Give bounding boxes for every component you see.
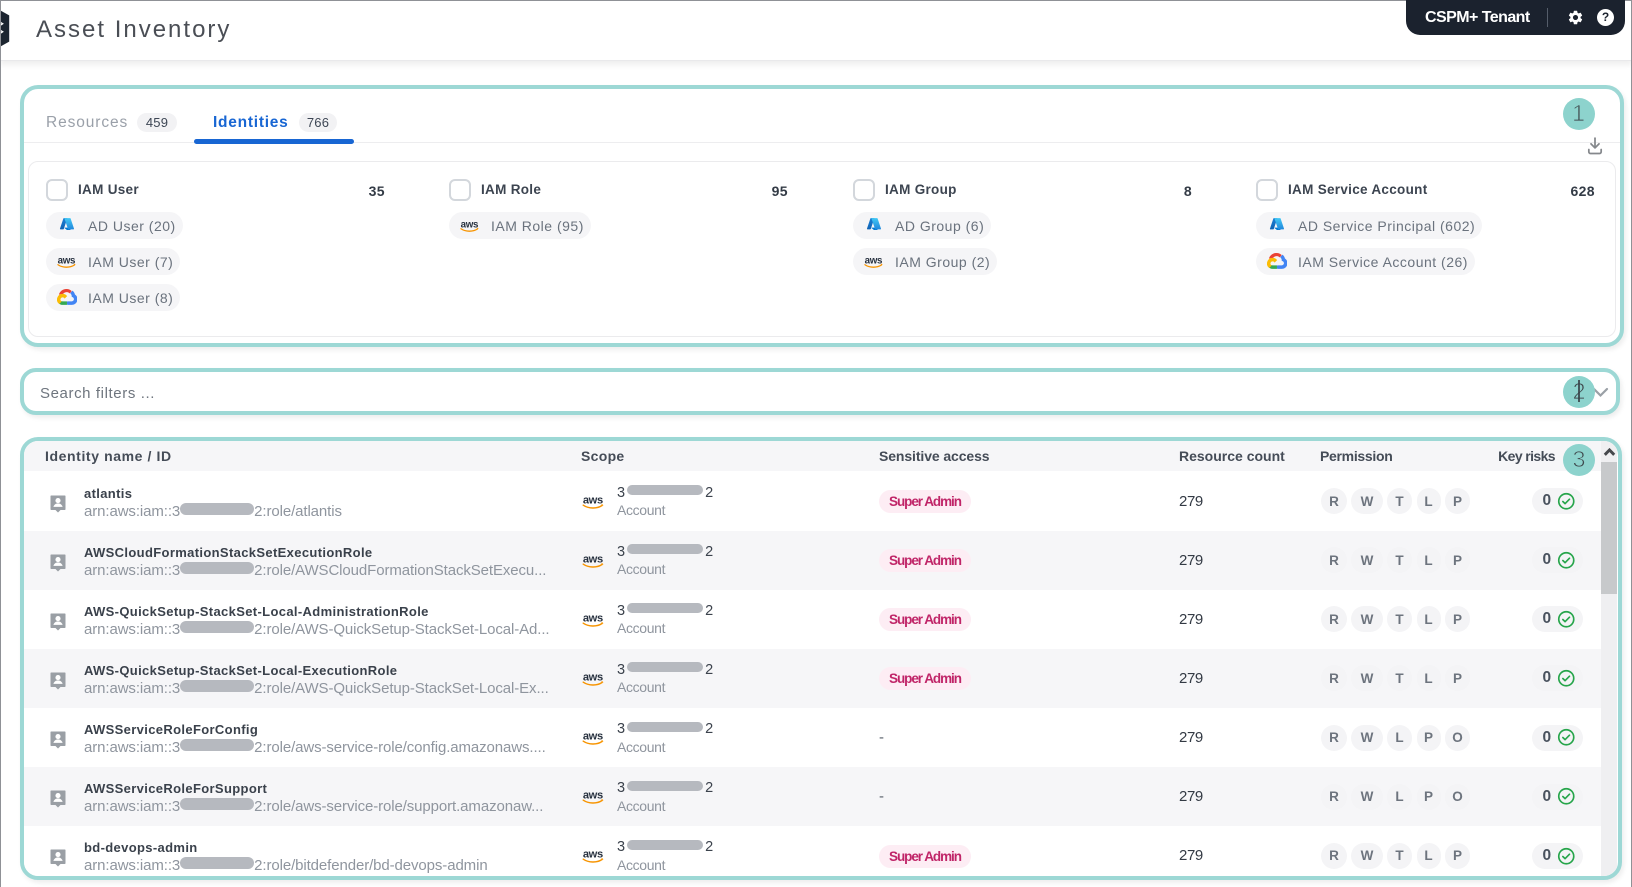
svg-text:aws: aws	[865, 255, 883, 266]
svg-text:aws: aws	[583, 672, 603, 684]
svg-text:aws: aws	[583, 553, 603, 565]
svg-text:aws: aws	[58, 255, 76, 266]
svg-text:aws: aws	[583, 494, 603, 506]
svg-text:aws: aws	[583, 790, 603, 802]
svg-text:aws: aws	[583, 849, 603, 861]
svg-text:aws: aws	[461, 219, 479, 230]
svg-text:aws: aws	[583, 731, 603, 743]
svg-text:aws: aws	[583, 612, 603, 624]
